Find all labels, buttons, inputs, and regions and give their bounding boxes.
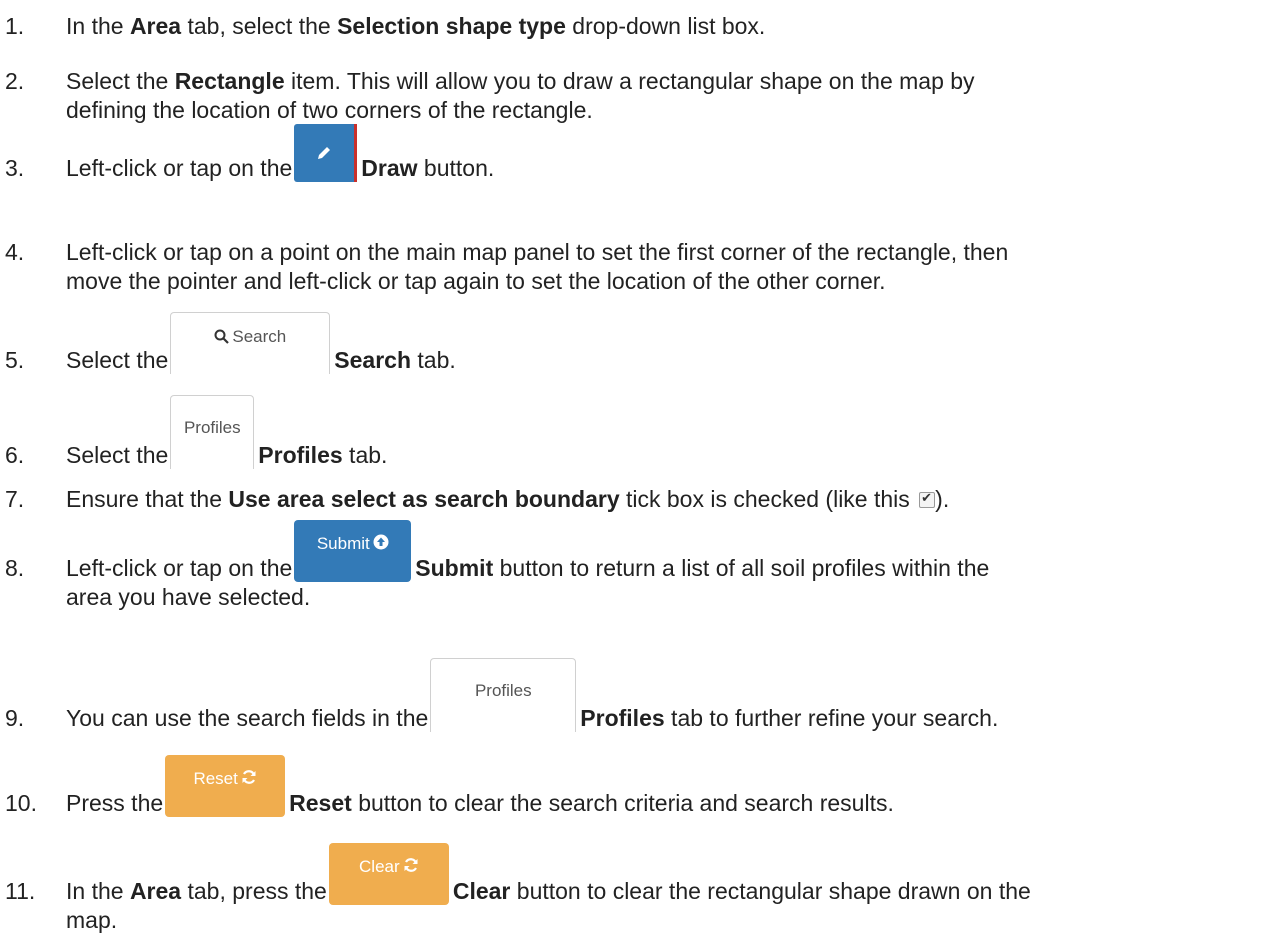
step-text: Left-click or tap on the bbox=[66, 155, 293, 181]
step-number: 1. bbox=[5, 13, 25, 39]
step-text: tab. bbox=[342, 442, 388, 468]
step-bold: Rectangle bbox=[174, 68, 285, 94]
step-10: 10. Press the Reset Reset button to clea… bbox=[0, 755, 1273, 817]
step-text-continued: map. bbox=[66, 907, 118, 933]
step-bold: Selection shape type bbox=[337, 13, 566, 39]
step-text: Select the bbox=[66, 442, 169, 468]
search-icon bbox=[214, 329, 230, 344]
clear-button-image: Clear bbox=[328, 843, 449, 905]
step-text: button. bbox=[417, 155, 495, 181]
step-number: 7. bbox=[5, 486, 25, 512]
step-text: tick box is checked (like this bbox=[619, 486, 917, 512]
step-text: In the bbox=[66, 13, 130, 39]
refresh-icon bbox=[404, 858, 418, 872]
step-bold: Area bbox=[129, 878, 182, 904]
refresh-icon bbox=[242, 770, 256, 784]
reset-button-image: Reset bbox=[165, 755, 286, 817]
step-bold: Clear bbox=[452, 878, 511, 904]
submit-button-label: Submit bbox=[316, 534, 370, 553]
step-number: 8. bbox=[5, 555, 25, 581]
step-number: 3. bbox=[5, 155, 25, 181]
step-text: You can use the search fields in the bbox=[66, 705, 429, 731]
step-text: tab, press the bbox=[181, 878, 327, 904]
search-tab-label: Search bbox=[232, 327, 287, 346]
step-text: ). bbox=[935, 486, 950, 512]
step-number: 5. bbox=[5, 347, 25, 373]
search-tab-image: Search bbox=[170, 312, 331, 374]
step-text-continued: defining the location of two corners of … bbox=[66, 97, 593, 123]
circle-arrow-up-icon bbox=[373, 534, 389, 550]
pencil-icon bbox=[318, 147, 331, 159]
step-text-continued: move the pointer and left-click or tap a… bbox=[66, 268, 886, 294]
step-3: 3. Left-click or tap on the Draw button. bbox=[0, 124, 1273, 182]
step-11: 11. In the Area tab, press the Clear Cle… bbox=[0, 843, 1273, 934]
profiles-tab-label: Profiles bbox=[474, 681, 532, 700]
step-7: 7. Ensure that the Use area select as se… bbox=[0, 486, 1273, 513]
step-number: 11. bbox=[5, 878, 36, 904]
step-number: 4. bbox=[5, 239, 25, 265]
draw-button bbox=[294, 124, 358, 182]
step-number: 9. bbox=[5, 705, 25, 731]
step-number: 6. bbox=[5, 442, 25, 468]
step-bold: Use area select as search boundary bbox=[228, 486, 620, 512]
profiles-tab-label: Profiles bbox=[183, 418, 241, 437]
step-text: Select the bbox=[66, 68, 175, 94]
profiles-tab-image: Profiles bbox=[430, 658, 577, 732]
step-number: 2. bbox=[5, 68, 25, 94]
step-text: Left-click or tap on the bbox=[66, 555, 293, 581]
step-text: tab to further refine your search. bbox=[664, 705, 999, 731]
step-text: Press the bbox=[66, 790, 164, 816]
step-bold: Profiles bbox=[580, 705, 665, 731]
checked-checkbox-icon bbox=[919, 490, 936, 508]
step-bold: Profiles bbox=[258, 442, 343, 468]
step-bold: Reset bbox=[289, 790, 352, 816]
step-bold: Area bbox=[129, 13, 182, 39]
profiles-tab-image: Profiles bbox=[170, 395, 255, 469]
step-6: 6. Select the Profiles Profiles tab. bbox=[0, 395, 1273, 469]
step-4: 4. Left-click or tap on a point on the m… bbox=[0, 239, 1273, 295]
step-text-continued: area you have selected. bbox=[66, 584, 311, 610]
step-text: drop-down list box. bbox=[565, 13, 766, 39]
step-bold: Search bbox=[334, 347, 412, 373]
step-8: 8. Left-click or tap on the Submit Submi… bbox=[0, 520, 1273, 611]
step-text: In the bbox=[66, 878, 130, 904]
step-text: Select the bbox=[66, 347, 169, 373]
step-text: tab, select the bbox=[181, 13, 338, 39]
step-bold: Submit bbox=[415, 555, 494, 581]
step-text: tab. bbox=[411, 347, 456, 373]
submit-button-image: Submit bbox=[294, 520, 412, 582]
step-text: button to clear the search criteria and … bbox=[351, 790, 894, 816]
step-text: Left-click or tap on a point on the main… bbox=[66, 239, 1009, 265]
step-2: 2. Select the Rectangle item. This will … bbox=[0, 68, 1273, 124]
step-text: button to clear the rectangular shape dr… bbox=[510, 878, 1031, 904]
step-5: 5. Select the Search Search tab. bbox=[0, 312, 1273, 374]
step-1: 1. In the Area tab, select the Selection… bbox=[0, 13, 1273, 40]
step-bold: Draw bbox=[361, 155, 418, 181]
step-9: 9. You can use the search fields in the … bbox=[0, 658, 1273, 732]
step-text: item. This will allow you to draw a rect… bbox=[284, 68, 975, 94]
reset-button-label: Reset bbox=[193, 769, 238, 788]
step-text: Ensure that the bbox=[66, 486, 229, 512]
step-number: 10. bbox=[5, 790, 37, 816]
clear-button-label: Clear bbox=[359, 857, 400, 876]
step-text: button to return a list of all soil prof… bbox=[493, 555, 990, 581]
